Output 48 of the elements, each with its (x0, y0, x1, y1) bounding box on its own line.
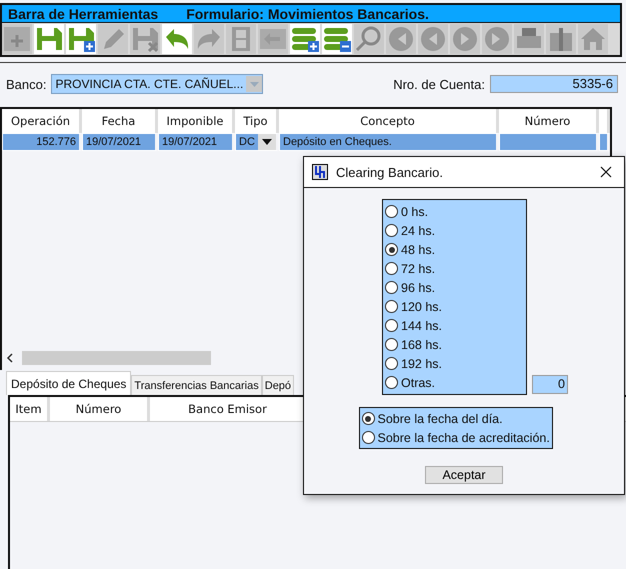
plus-icon (2, 25, 32, 53)
radio-option[interactable]: 168 hs. (383, 335, 526, 354)
radio-option[interactable]: 96 hs. (383, 278, 526, 297)
app-icon (312, 164, 328, 180)
toolbar-button[interactable] (162, 24, 192, 54)
accept-button[interactable]: Aceptar (425, 466, 503, 484)
table-cell: 152.776 (2, 133, 82, 151)
play-left-icon (418, 25, 448, 53)
toolbar-button[interactable] (322, 24, 352, 54)
radio-option[interactable]: Sobre la fecha de acreditación. (360, 428, 552, 447)
stack-minus-icon (322, 25, 352, 53)
account-label: Nro. de Cuenta: (393, 76, 485, 92)
scrollbar-thumb[interactable] (22, 351, 211, 365)
column-header[interactable]: Número (50, 397, 150, 421)
radio-option[interactable]: 0 hs. (383, 202, 526, 221)
scroll-left-icon (6, 353, 14, 363)
bank-dropdown[interactable]: PROVINCIA CTA. CTE. CAÑUEL... (51, 74, 264, 94)
column-header[interactable]: Item (10, 397, 50, 421)
toolbar-title: Barra de Herramientas (8, 6, 158, 22)
account-field[interactable]: 5335-6 (490, 75, 618, 93)
form-title: Formulario: Movimientos Bancarios. (186, 6, 429, 22)
type-dropdown[interactable]: DC (235, 133, 279, 151)
radio-option[interactable]: 24 hs. (383, 221, 526, 240)
skip-back-icon (386, 25, 416, 53)
radio-option[interactable]: 192 hs. (383, 354, 526, 373)
other-hours-field[interactable]: 0 (532, 375, 568, 394)
radio-option[interactable]: Otras. (383, 373, 526, 392)
play-icon (450, 25, 480, 53)
dialog-title: Clearing Bancario. (336, 164, 443, 180)
caret-icon (250, 82, 259, 86)
caret-icon (262, 139, 272, 145)
table-cell: 19/07/2021 (82, 133, 158, 151)
close-icon[interactable] (600, 166, 612, 178)
tab[interactable]: Depó (262, 375, 294, 395)
column-header[interactable]: Banco Emisor (150, 397, 305, 421)
bank-label: Banco: (6, 76, 46, 92)
tab[interactable]: Depósito de Cheques (6, 371, 132, 395)
radio-option[interactable]: 72 hs. (383, 259, 526, 278)
radio-option[interactable]: 144 hs. (383, 316, 526, 335)
radio-option[interactable]: 120 hs. (383, 297, 526, 316)
radio-option[interactable]: Sobre la fecha del día. (360, 409, 552, 428)
stack-plus-icon (290, 25, 320, 53)
table-cell: 19/07/2021 (158, 133, 235, 151)
radio-option[interactable]: 48 hs. (383, 240, 526, 259)
skip-forward-icon (482, 25, 512, 53)
tab[interactable]: Transferencias Bancarias (131, 375, 262, 395)
toolbar-button[interactable] (290, 24, 320, 54)
table-cell: Depósito en Cheques. (279, 133, 499, 151)
